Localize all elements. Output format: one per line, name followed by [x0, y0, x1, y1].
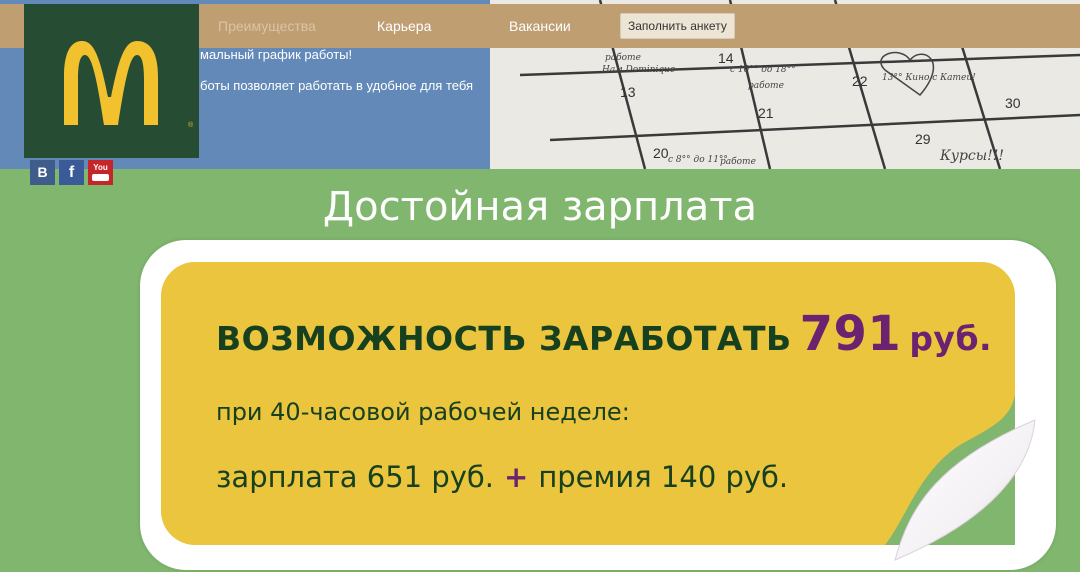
fill-application-button[interactable]: Заполнить анкету [620, 13, 735, 39]
cal-note-7: работе [720, 156, 756, 167]
salary-breakdown: зарплата 651 руб. + премия 140 руб. [216, 460, 788, 494]
mcdonalds-logo[interactable]: ® [24, 4, 199, 158]
golden-arches-icon [64, 41, 158, 125]
cal-day-29: 29 [915, 131, 931, 147]
cal-note-1: работе [605, 52, 641, 63]
earn-currency: руб. [909, 319, 993, 358]
work-week-text: при 40-часовой рабочей неделе: [216, 398, 630, 426]
youtube-tube-shape [92, 174, 109, 181]
registered-mark: ® [188, 122, 194, 129]
earn-headline-text: ВОЗМОЖНОСТЬ ЗАРАБОТАТЬ [216, 319, 792, 358]
cal-day-30: 30 [1005, 95, 1021, 111]
vk-icon[interactable]: B [30, 160, 55, 185]
cal-day-13: 13 [620, 84, 636, 100]
youtube-icon[interactable]: You [88, 160, 113, 185]
hero-text-line1: мальный график работы! [200, 47, 353, 62]
facebook-icon[interactable]: f [59, 160, 84, 185]
earn-amount: 791 [799, 306, 902, 362]
cal-note-5: 13°° Кино с Катей! [882, 73, 976, 83]
cal-day-21: 21 [758, 105, 774, 121]
cal-note-8: Курсы!!! [939, 148, 1004, 164]
cal-note-4: работе [748, 80, 784, 91]
earn-headline: ВОЗМОЖНОСТЬ ЗАРАБОТАТЬ 791 руб. [216, 306, 992, 362]
cal-note-3: с 10°° до 18°° [730, 65, 796, 75]
cal-note-2: Нам Dominique [601, 65, 675, 75]
cal-day-20: 20 [653, 145, 669, 161]
salary-section-title: Достойная зарплата [322, 184, 758, 230]
cal-day-14: 14 [718, 50, 734, 66]
nav-item-career[interactable]: Карьера [377, 18, 431, 34]
cal-day-22: 22 [852, 73, 868, 89]
nav-item-advantages[interactable]: Преимущества [218, 18, 316, 34]
nav-item-vacancies[interactable]: Вакансии [509, 18, 571, 34]
bonus-text: премия 140 руб. [538, 460, 789, 494]
base-salary-text: зарплата 651 руб. [216, 460, 494, 494]
plus-icon: + [504, 460, 529, 494]
youtube-label: You [93, 163, 108, 172]
hero-text-line2: боты позволяет работать в удобное для те… [200, 78, 474, 93]
cal-note-6: с 8°° до 11°° [668, 155, 728, 165]
